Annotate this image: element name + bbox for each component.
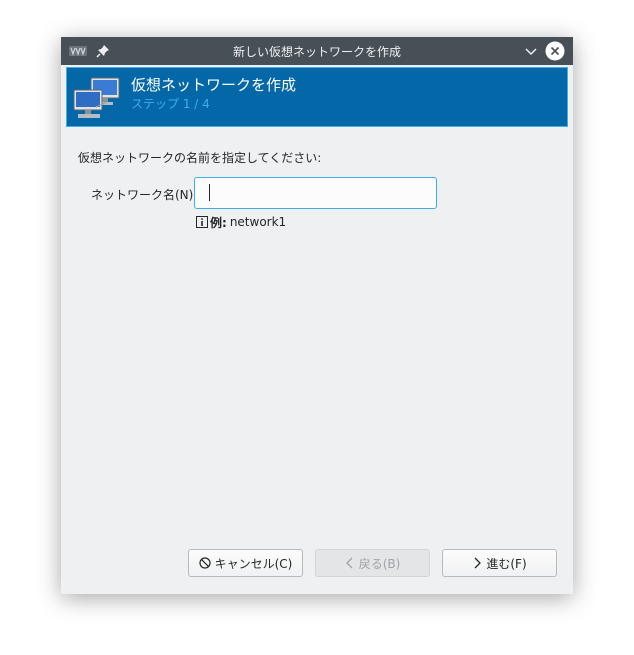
network-name-input[interactable] [194,177,437,209]
chevron-right-icon [474,557,482,569]
cancel-button-label: キャンセル(C) [214,556,293,571]
forward-button[interactable]: 進む(F) [442,549,557,577]
hint-prefix: 例: [210,215,227,230]
cancel-icon [199,557,211,569]
hint-example-text: network1 [229,215,287,229]
window-title: 新しい仮想ネットワークを作成 [232,45,401,59]
network-computers-icon [73,77,120,118]
wizard-step-indicator: ステップ 1 / 4 [131,97,210,111]
network-name-label: ネットワーク名(N): [91,188,198,202]
name-prompt-label: 仮想ネットワークの名前を指定してください: [78,151,322,165]
back-button-label: 戻る(B) [358,556,401,571]
title-bar[interactable]: 新しい仮想ネットワークを作成 [61,37,573,65]
text-caret [209,184,210,201]
chevron-down-icon[interactable] [523,43,539,59]
back-button[interactable]: 戻る(B) [315,549,430,577]
info-icon [196,216,208,228]
forward-button-label: 進む(F) [486,556,527,571]
cancel-button[interactable]: キャンセル(C) [188,549,303,577]
close-icon[interactable] [545,41,565,61]
wizard-header-banner: 仮想ネットワークを作成 ステップ 1 / 4 [66,67,568,127]
new-virtual-network-dialog: 新しい仮想ネットワークを作成 仮想ネットワークを作成 ステップ 1 / 4 仮想… [61,37,573,594]
wizard-title: 仮想ネットワークを作成 [131,76,297,94]
chevron-left-icon [345,557,353,569]
name-example-hint: 例: network1 [196,214,286,230]
